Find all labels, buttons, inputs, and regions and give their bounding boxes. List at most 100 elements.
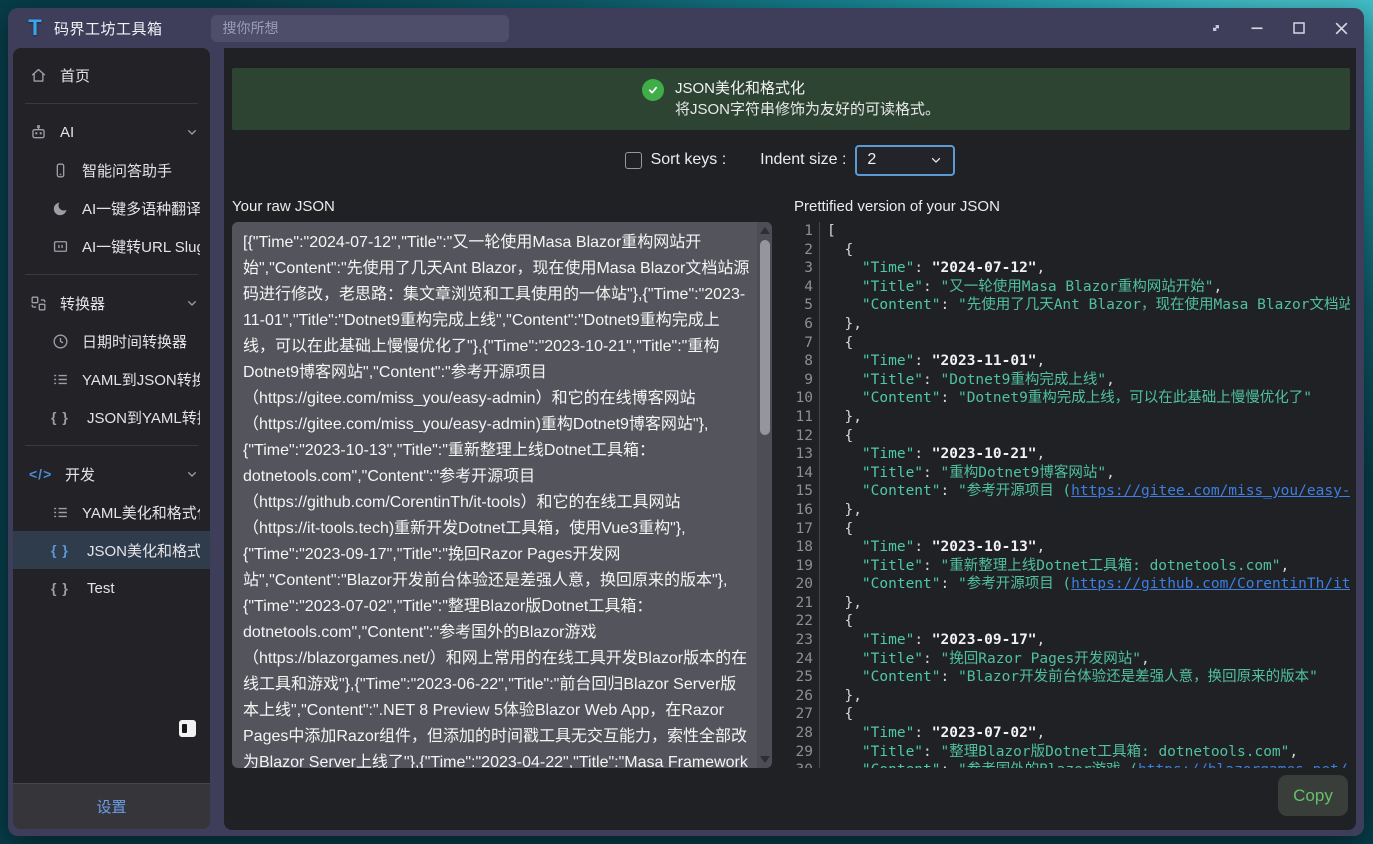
chevron-down-icon [184, 124, 200, 140]
expand-icon[interactable] [1209, 21, 1223, 35]
raw-json-textarea[interactable]: [{"Time":"2024-07-12","Title":"又一轮使用Masa… [232, 222, 772, 768]
main-panel: JSON美化和格式化 将JSON字符串修饰为友好的可读格式。 Sort keys… [224, 48, 1356, 830]
line-number: 1 [794, 222, 820, 241]
sidebar-item[interactable]: { }JSON到YAML转换 [13, 398, 210, 436]
sidebar-divider [25, 445, 198, 446]
close-icon[interactable] [1333, 20, 1350, 37]
code-line: 15 "Content": "参考开源项目 (https://gitee.com… [794, 482, 1350, 501]
sidebar-item-label: YAML到JSON转换 [82, 369, 200, 390]
pretty-json-panel: Prettified version of your JSON 1[2 {3 "… [794, 198, 1350, 768]
line-number: 5 [794, 296, 820, 315]
sidebar-item[interactable]: 日期时间转换器 [13, 322, 210, 360]
list-icon [51, 503, 70, 522]
line-number: 17 [794, 520, 820, 539]
code-line: 17 { [794, 520, 1350, 539]
line-number: 4 [794, 278, 820, 297]
line-number: 8 [794, 352, 820, 371]
sidebar-item[interactable]: YAML美化和格式化 [13, 493, 210, 531]
sidebar-item-label: 转换器 [60, 293, 184, 314]
url-slug-icon [51, 237, 70, 256]
list-icon [51, 370, 70, 389]
line-number: 21 [794, 594, 820, 613]
sidebar-item[interactable]: AI [13, 113, 210, 151]
code-line: 14 "Title": "重构Dotnet9博客网站", [794, 464, 1350, 483]
scrollbar[interactable] [757, 222, 772, 768]
scroll-down-icon[interactable] [757, 752, 772, 767]
code-line: 11 }, [794, 408, 1350, 427]
sidebar-menu: 首页 AI 智能问答助手 AI一键多语种翻译AI一键转URL Slug 转换器日期时间转… [13, 56, 210, 781]
minimize-icon[interactable] [1249, 20, 1265, 36]
indent-size-select[interactable]: 2 [855, 145, 955, 176]
code-line: 7 { [794, 334, 1350, 353]
code-line: 5 "Content": "先使用了几天Ant Blazor，现在使用Masa … [794, 296, 1350, 315]
line-number: 15 [794, 482, 820, 501]
sidebar-item-label: 智能问答助手 [82, 160, 200, 181]
converter-icon [29, 294, 48, 313]
line-number: 28 [794, 724, 820, 743]
code-line: 18 "Time": "2023-10-13", [794, 538, 1350, 557]
sort-keys-label: Sort keys : [651, 151, 727, 169]
sidebar-item-label: YAML美化和格式化 [82, 502, 200, 523]
sidebar-item-label: JSON美化和格式化 [87, 540, 200, 561]
sort-keys-checkbox[interactable] [625, 152, 642, 169]
code-line: 20 "Content": "参考开源项目 (https://github.co… [794, 575, 1350, 594]
sidebar-item[interactable]: { } Test [13, 569, 210, 607]
sidebar-item[interactable]: 首页 [13, 56, 210, 94]
code-line: 24 "Title": "挽回Razor Pages开发网站", [794, 650, 1350, 669]
chevron-down-icon [184, 466, 200, 482]
code-line: 19 "Title": "重新整理上线Dotnet工具箱: dotnetools… [794, 557, 1350, 576]
line-number: 12 [794, 427, 820, 446]
sidebar-item-label: Test [87, 580, 200, 597]
line-number: 6 [794, 315, 820, 334]
copy-button[interactable]: Copy [1278, 775, 1348, 816]
line-number: 27 [794, 705, 820, 724]
app-window: T 码界工坊工具箱 首页 AI 智能问答助手 AI一键多语种翻译AI一键转URL Sl… [8, 8, 1364, 836]
line-number: 13 [794, 445, 820, 464]
scroll-up-icon[interactable] [757, 223, 772, 238]
code-line: 13 "Time": "2023-10-21", [794, 445, 1350, 464]
window-controls [1209, 20, 1350, 37]
sidebar-item[interactable]: 智能问答助手 [13, 151, 210, 189]
line-number: 9 [794, 371, 820, 390]
banner-title: JSON美化和格式化 [675, 78, 940, 99]
sidebar-item[interactable]: YAML到JSON转换 [13, 360, 210, 398]
code-line: 1[ [794, 222, 1350, 241]
line-number: 26 [794, 687, 820, 706]
collapse-sidebar-icon[interactable] [179, 720, 196, 737]
line-number: 16 [794, 501, 820, 520]
sidebar-item[interactable]: 转换器 [13, 284, 210, 322]
sidebar-item[interactable]: AI一键转URL Slug [13, 227, 210, 265]
sidebar-item-label: 首页 [60, 65, 200, 86]
braces-icon: { } [51, 580, 75, 596]
code-line: 22 { [794, 612, 1350, 631]
translate-icon [51, 199, 70, 218]
line-number: 18 [794, 538, 820, 557]
sidebar: 首页 AI 智能问答助手 AI一键多语种翻译AI一键转URL Slug 转换器日期时间转… [13, 48, 210, 829]
search-input[interactable] [211, 15, 509, 42]
indent-size-value: 2 [867, 151, 929, 169]
home-icon [29, 66, 48, 85]
clock-icon [51, 332, 70, 351]
code-line: 10 "Content": "Dotnet9重构完成上线，可以在此基础上慢慢优化… [794, 389, 1350, 408]
maximize-icon[interactable] [1291, 20, 1307, 36]
sidebar-item[interactable]: { }JSON美化和格式化 [13, 531, 210, 569]
pretty-json-label: Prettified version of your JSON [794, 198, 1350, 222]
line-number: 19 [794, 557, 820, 576]
line-number: 10 [794, 389, 820, 408]
code-line: 6 }, [794, 315, 1350, 334]
sidebar-item[interactable]: AI一键多语种翻译 [13, 189, 210, 227]
code-line: 4 "Title": "又一轮使用Masa Blazor重构网站开始", [794, 278, 1350, 297]
sidebar-item-label: AI [60, 124, 184, 141]
sidebar-item[interactable]: </>开发 [13, 455, 210, 493]
line-number: 2 [794, 241, 820, 260]
title-bar: T 码界工坊工具箱 [8, 8, 1364, 48]
line-number: 20 [794, 575, 820, 594]
line-number: 30 [794, 761, 820, 768]
code-line: 12 { [794, 427, 1350, 446]
scrollbar-thumb[interactable] [760, 240, 770, 435]
line-number: 3 [794, 259, 820, 278]
code-line: 27 { [794, 705, 1350, 724]
code-line: 25 "Content": "Blazor开发前台体验还是差强人意，换回原来的版… [794, 668, 1350, 687]
code-line: 2 { [794, 241, 1350, 260]
settings-button[interactable]: 设置 [96, 796, 126, 817]
